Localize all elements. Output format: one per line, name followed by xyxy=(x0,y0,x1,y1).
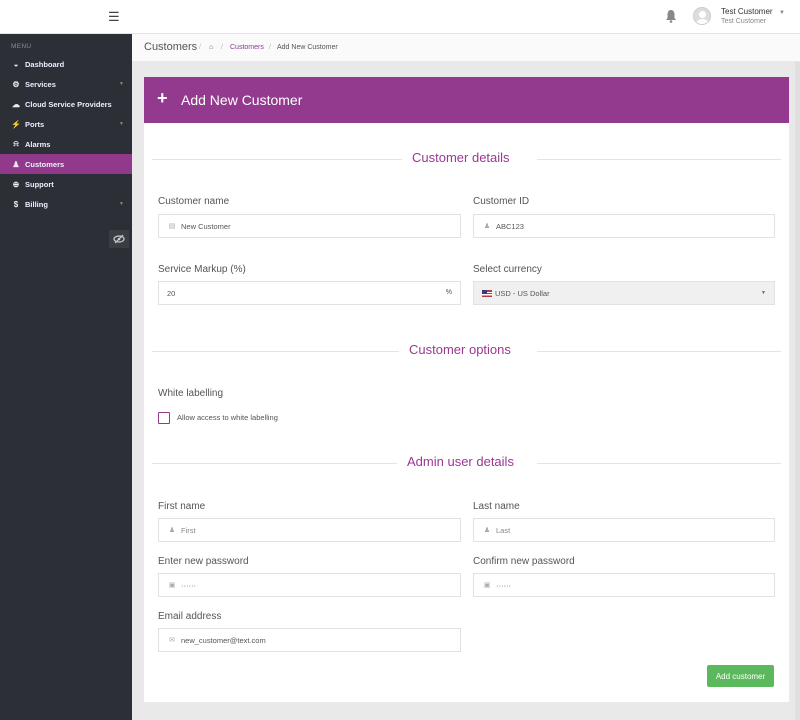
eye-slash-icon xyxy=(113,234,125,244)
email-label: Email address xyxy=(158,611,222,622)
sidebar-item-customers[interactable]: ♟ Customers xyxy=(0,154,132,174)
avatar[interactable] xyxy=(693,7,711,25)
customer-name-input[interactable]: ▤ New Customer xyxy=(158,214,461,238)
menu-label: MENU xyxy=(11,43,32,50)
sidebar-item-label: Ports xyxy=(25,119,45,129)
sidebar-item-label: Alarms xyxy=(25,139,51,149)
sidebar-item-label: Cloud Service Providers xyxy=(25,99,112,109)
dashboard-icon: ◒ xyxy=(13,59,19,69)
add-customer-button[interactable]: Add customer xyxy=(707,665,774,687)
email-input[interactable]: ✉ new_customer@text.com xyxy=(158,628,461,652)
service-markup-label: Service Markup (%) xyxy=(158,264,246,275)
section-admin-user-details: Admin user details xyxy=(152,454,781,474)
first-name-label: First name xyxy=(158,501,206,512)
bell-icon[interactable] xyxy=(665,9,677,23)
add-customer-card: + Add New Customer Customer details Cust… xyxy=(144,77,789,702)
page-header: Customers / ⌂ / Customers / Add New Cust… xyxy=(132,34,800,62)
sidebar-item-label: Services xyxy=(25,79,56,89)
envelope-icon: ✉ xyxy=(169,637,175,644)
last-name-label: Last name xyxy=(473,501,520,512)
chevron-down-icon: ▼ xyxy=(119,81,124,87)
us-flag-icon xyxy=(482,289,492,297)
sidebar-collapse-button[interactable] xyxy=(109,230,129,248)
user-icon: ♟ xyxy=(483,527,491,534)
chevron-down-icon[interactable]: ▼ xyxy=(779,10,785,16)
sidebar-item-dashboard[interactable]: ◒ Dashboard xyxy=(0,54,132,74)
plug-icon: ⚡ xyxy=(11,119,21,129)
breadcrumb-customers[interactable]: Customers xyxy=(230,44,264,51)
sidebar-item-label: Support xyxy=(25,179,54,189)
sidebar-item-label: Customers xyxy=(25,159,65,169)
card-header: + Add New Customer xyxy=(144,77,789,123)
briefcase-icon: ▤ xyxy=(168,223,176,230)
user-icon: ♟ xyxy=(483,223,491,230)
first-name-input[interactable]: ♟ First xyxy=(158,518,461,542)
user-icon: ♟ xyxy=(12,159,20,169)
sidebar-item-cloud-service-providers[interactable]: ☁ Cloud Service Providers xyxy=(0,94,132,114)
dollar-icon: $ xyxy=(13,199,19,209)
user-subtitle: Test Customer xyxy=(721,18,767,25)
section-customer-details: Customer details xyxy=(152,150,781,170)
sidebar-item-billing[interactable]: $ Billing ▼ xyxy=(0,194,132,214)
top-bar: ☰ Test Customer Test Customer ▼ xyxy=(0,0,800,34)
white-labelling-label: White labelling xyxy=(158,388,224,399)
customer-id-label: Customer ID xyxy=(473,196,530,207)
sidebar-item-services[interactable]: ⚙ Services ▼ xyxy=(0,74,132,94)
sidebar-item-support[interactable]: ⊕ Support xyxy=(0,174,132,194)
chevron-down-icon: ▼ xyxy=(119,121,124,127)
cogs-icon: ⚙ xyxy=(12,79,20,89)
lock-icon: ▣ xyxy=(483,582,491,589)
breadcrumb-current: Add New Customer xyxy=(277,44,338,51)
customer-id-input[interactable]: ♟ ABC123 xyxy=(473,214,775,238)
sidebar: MENU ◒ Dashboard ⚙ Services ▼ ☁ Cloud Se… xyxy=(0,34,132,720)
currency-select[interactable]: USD - US Dollar ▼ xyxy=(473,281,775,305)
section-title: Customer details xyxy=(412,150,510,165)
customer-name-label: Customer name xyxy=(158,196,230,207)
lock-icon: ▣ xyxy=(168,582,176,589)
percent-addon: % xyxy=(445,289,452,296)
scrollbar[interactable] xyxy=(795,62,800,720)
section-customer-options: Customer options xyxy=(152,342,781,362)
section-title: Customer options xyxy=(409,342,511,357)
sidebar-item-ports[interactable]: ⚡ Ports ▼ xyxy=(0,114,132,134)
last-name-input[interactable]: ♟ Last xyxy=(473,518,775,542)
chevron-down-icon: ▼ xyxy=(119,201,124,207)
white-labelling-checkbox-label[interactable]: Allow access to white labelling xyxy=(177,413,278,422)
life-ring-icon: ⊕ xyxy=(12,179,20,189)
service-markup-input[interactable]: 20 % xyxy=(158,281,461,305)
page-title: Customers xyxy=(144,41,198,53)
breadcrumb-separator: / xyxy=(269,44,271,51)
home-icon[interactable]: ⌂ xyxy=(209,44,213,51)
breadcrumb-separator: / xyxy=(221,44,223,51)
sidebar-item-label: Billing xyxy=(25,199,48,209)
confirm-password-input[interactable]: ▣ ······ xyxy=(473,573,775,597)
cloud-icon: ☁ xyxy=(12,99,20,109)
chevron-down-icon: ▼ xyxy=(761,290,766,296)
sidebar-item-label: Dashboard xyxy=(25,59,65,69)
card-title: Add New Customer xyxy=(181,92,303,108)
user-name[interactable]: Test Customer xyxy=(721,7,773,16)
bell-icon: ⍾ xyxy=(13,139,19,148)
currency-label: Select currency xyxy=(473,264,542,275)
breadcrumb-separator: / xyxy=(199,44,201,51)
confirm-password-label: Confirm new password xyxy=(473,556,575,567)
new-password-label: Enter new password xyxy=(158,556,249,567)
white-labelling-checkbox[interactable] xyxy=(158,412,170,424)
hamburger-icon[interactable]: ☰ xyxy=(108,9,120,25)
sidebar-item-alarms[interactable]: ⍾ Alarms xyxy=(0,134,132,154)
plus-icon: + xyxy=(157,88,168,108)
new-password-input[interactable]: ▣ ······ xyxy=(158,573,461,597)
user-icon: ♟ xyxy=(168,527,176,534)
section-title: Admin user details xyxy=(407,454,514,469)
